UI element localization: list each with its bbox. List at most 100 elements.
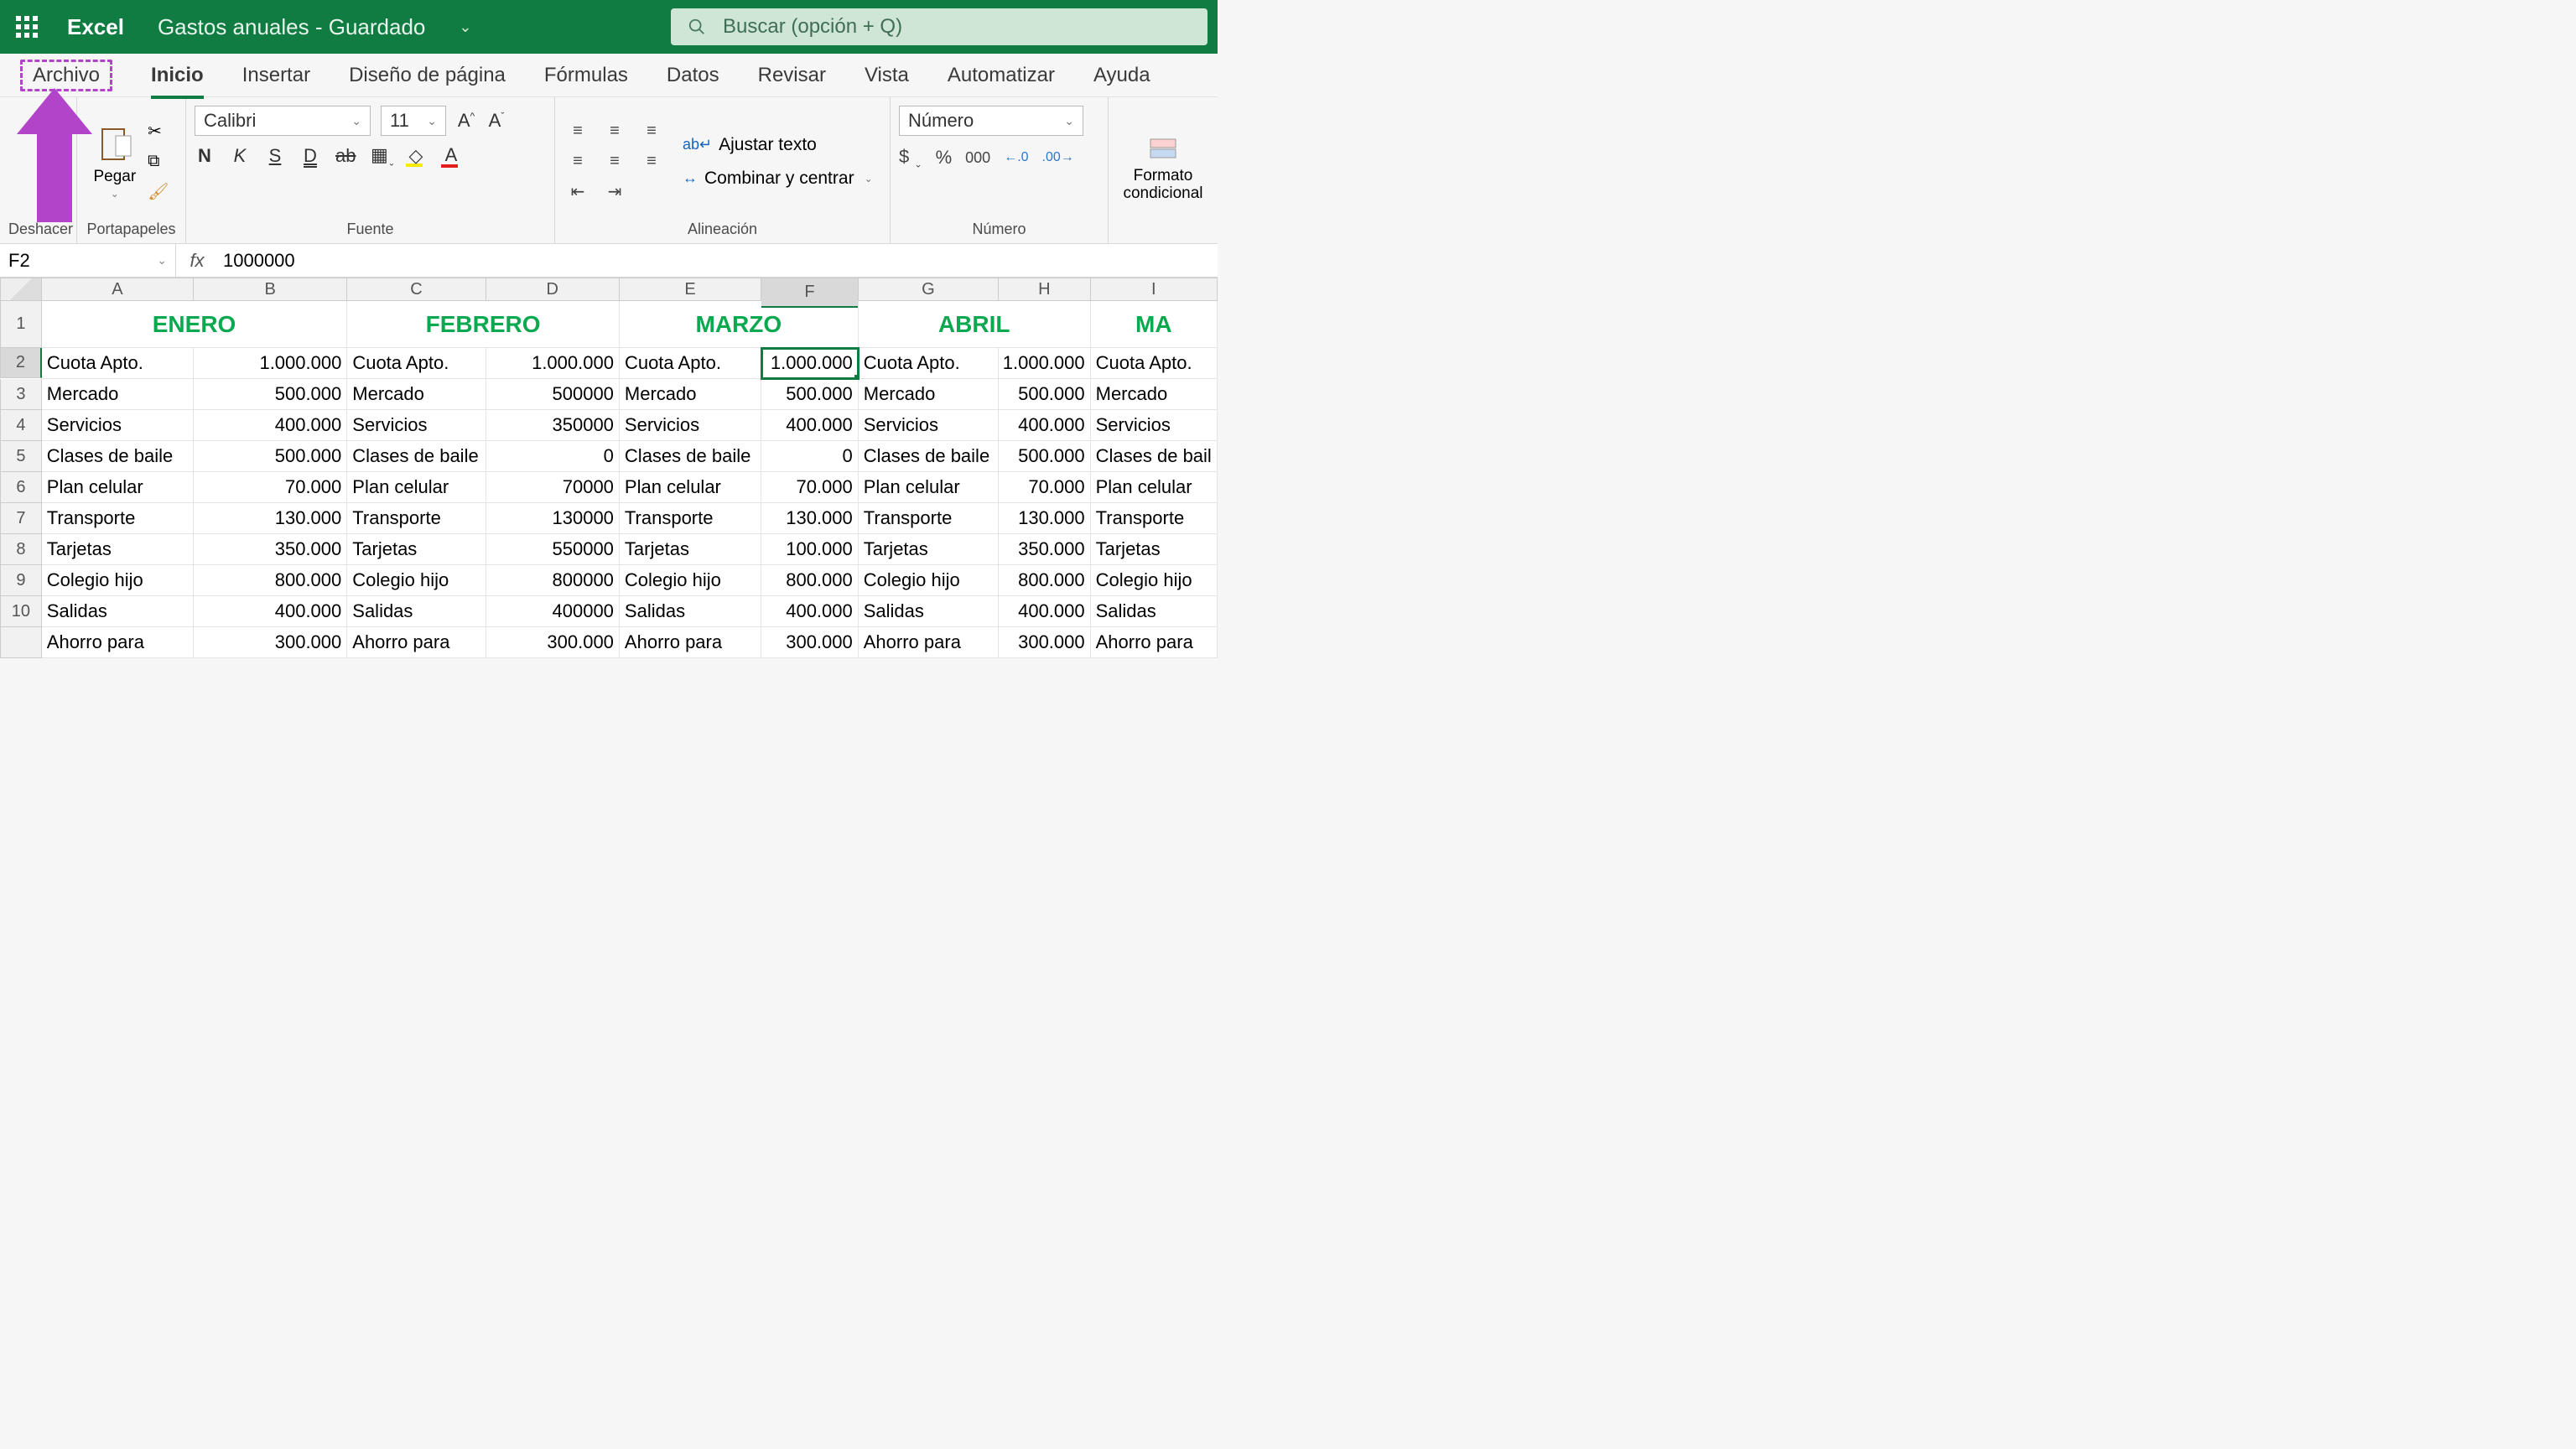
alignment-grid[interactable]: ≡≡≡ ≡≡≡ ⇤⇥ bbox=[564, 119, 666, 205]
tab-ayuda[interactable]: Ayuda bbox=[1093, 60, 1150, 91]
cell[interactable]: 500.000 bbox=[194, 379, 347, 410]
tab-diseño-de-página[interactable]: Diseño de página bbox=[349, 60, 506, 91]
cell[interactable]: Clases de baile bbox=[347, 441, 486, 472]
decrease-font-icon[interactable]: Aˇ bbox=[486, 110, 506, 132]
month-header-cell[interactable]: MA bbox=[1091, 301, 1218, 348]
row-header[interactable]: 4 bbox=[0, 410, 42, 441]
cell[interactable]: 800.000 bbox=[761, 565, 859, 596]
cell[interactable]: 400.000 bbox=[194, 410, 347, 441]
cell[interactable]: 130.000 bbox=[761, 503, 859, 534]
format-painter-icon[interactable]: 🖌 bbox=[148, 181, 169, 202]
document-title[interactable]: Gastos anuales - Guardado bbox=[158, 14, 425, 40]
cell[interactable]: 70.000 bbox=[761, 472, 859, 503]
cell[interactable]: 130000 bbox=[486, 503, 620, 534]
cell[interactable]: Plan celular bbox=[620, 472, 761, 503]
cell[interactable]: 300.000 bbox=[761, 627, 859, 658]
column-header[interactable]: D bbox=[486, 278, 620, 301]
increase-font-icon[interactable]: A^ bbox=[456, 110, 476, 132]
cell[interactable]: Tarjetas bbox=[859, 534, 999, 565]
cell[interactable]: 1.000.000 bbox=[486, 348, 620, 379]
font-size-select[interactable]: 11⌄ bbox=[381, 106, 446, 136]
cell[interactable]: 500.000 bbox=[999, 379, 1091, 410]
cut-icon[interactable]: ✂ bbox=[148, 121, 169, 142]
cell[interactable]: 500.000 bbox=[761, 379, 859, 410]
chevron-down-icon[interactable]: ⌄ bbox=[459, 18, 471, 36]
wrap-text-button[interactable]: ab↵Ajustar texto bbox=[683, 135, 873, 155]
cell[interactable]: 300.000 bbox=[999, 627, 1091, 658]
cell[interactable]: 400.000 bbox=[761, 410, 859, 441]
cell[interactable]: Colegio hijo bbox=[347, 565, 486, 596]
column-header[interactable]: E bbox=[620, 278, 761, 301]
cell[interactable]: Cuota Apto. bbox=[1091, 348, 1218, 379]
cell[interactable]: Mercado bbox=[347, 379, 486, 410]
cell[interactable]: Clases de baile bbox=[42, 441, 194, 472]
conditional-formatting-icon[interactable] bbox=[1149, 138, 1177, 161]
cell[interactable]: 130.000 bbox=[194, 503, 347, 534]
cell[interactable]: Transporte bbox=[620, 503, 761, 534]
row-header[interactable]: 9 bbox=[0, 565, 42, 596]
cell[interactable]: Tarjetas bbox=[1091, 534, 1218, 565]
cell[interactable]: 1.000.000 bbox=[999, 348, 1091, 379]
tab-archivo[interactable]: Archivo bbox=[20, 60, 112, 91]
cell[interactable]: 500000 bbox=[486, 379, 620, 410]
cell[interactable]: Servicios bbox=[347, 410, 486, 441]
tab-vista[interactable]: Vista bbox=[865, 60, 909, 91]
cell[interactable]: Mercado bbox=[859, 379, 999, 410]
copy-icon[interactable]: ⧉ bbox=[148, 152, 169, 171]
cell[interactable]: Salidas bbox=[1091, 596, 1218, 627]
row-header[interactable]: 3 bbox=[0, 379, 42, 410]
tab-insertar[interactable]: Insertar bbox=[242, 60, 310, 91]
cell[interactable]: Servicios bbox=[620, 410, 761, 441]
cell[interactable]: 400.000 bbox=[194, 596, 347, 627]
cell[interactable]: Tarjetas bbox=[347, 534, 486, 565]
row-header[interactable]: 10 bbox=[0, 596, 42, 627]
cell[interactable]: Salidas bbox=[347, 596, 486, 627]
cell[interactable]: Servicios bbox=[859, 410, 999, 441]
cell[interactable]: Transporte bbox=[347, 503, 486, 534]
font-color-button[interactable]: A bbox=[441, 144, 461, 168]
cell[interactable]: Ahorro para bbox=[620, 627, 761, 658]
cell[interactable]: Servicios bbox=[42, 410, 194, 441]
decrease-decimal-button[interactable]: .00→ bbox=[1042, 150, 1074, 165]
spreadsheet-grid[interactable]: ABCDEFGHI 1ENEROFEBREROMARZOABRILMA2Cuot… bbox=[0, 278, 1218, 658]
row-header[interactable]: 2 bbox=[0, 348, 42, 378]
merge-center-button[interactable]: ↔Combinar y centrar⌄ bbox=[683, 169, 873, 189]
cell[interactable]: 70000 bbox=[486, 472, 620, 503]
underline-button[interactable]: S bbox=[265, 145, 285, 167]
cell[interactable]: Transporte bbox=[42, 503, 194, 534]
month-header-cell[interactable]: FEBRERO bbox=[347, 301, 620, 348]
currency-button[interactable]: $ ⌄ bbox=[899, 146, 922, 169]
double-underline-button[interactable]: D bbox=[300, 145, 320, 167]
cell[interactable]: Plan celular bbox=[347, 472, 486, 503]
cell[interactable]: 0 bbox=[761, 441, 859, 472]
formula-input[interactable]: 1000000 bbox=[218, 250, 295, 272]
cell[interactable]: 500.000 bbox=[194, 441, 347, 472]
app-launcher-icon[interactable] bbox=[10, 10, 44, 44]
bold-button[interactable]: N bbox=[195, 145, 215, 167]
tab-revisar[interactable]: Revisar bbox=[758, 60, 826, 91]
fill-color-button[interactable]: ◇ bbox=[406, 145, 426, 167]
row-header[interactable] bbox=[0, 627, 42, 658]
comma-style-button[interactable]: 000 bbox=[965, 149, 990, 167]
cell[interactable]: Mercado bbox=[1091, 379, 1218, 410]
cell[interactable]: 350000 bbox=[486, 410, 620, 441]
search-box[interactable]: Buscar (opción + Q) bbox=[671, 8, 1208, 45]
cell[interactable]: 550000 bbox=[486, 534, 620, 565]
clipboard-icon[interactable] bbox=[97, 124, 132, 166]
cell[interactable]: 0 bbox=[486, 441, 620, 472]
row-header[interactable]: 7 bbox=[0, 503, 42, 534]
cell[interactable]: 130.000 bbox=[999, 503, 1091, 534]
conditional-formatting-button[interactable]: Formato condicional bbox=[1117, 168, 1209, 203]
cell[interactable]: Clases de baile bbox=[620, 441, 761, 472]
fx-icon[interactable]: fx bbox=[176, 250, 218, 272]
cell[interactable]: Ahorro para bbox=[347, 627, 486, 658]
row-header[interactable]: 5 bbox=[0, 441, 42, 472]
cell[interactable]: Colegio hijo bbox=[859, 565, 999, 596]
column-header[interactable]: C bbox=[347, 278, 486, 301]
cell[interactable]: Cuota Apto. bbox=[859, 348, 999, 379]
cell[interactable]: 1.000.000 bbox=[761, 348, 859, 379]
column-header[interactable]: A bbox=[42, 278, 194, 301]
cell[interactable]: 300.000 bbox=[486, 627, 620, 658]
italic-button[interactable]: K bbox=[230, 145, 250, 167]
cell[interactable]: 400000 bbox=[486, 596, 620, 627]
